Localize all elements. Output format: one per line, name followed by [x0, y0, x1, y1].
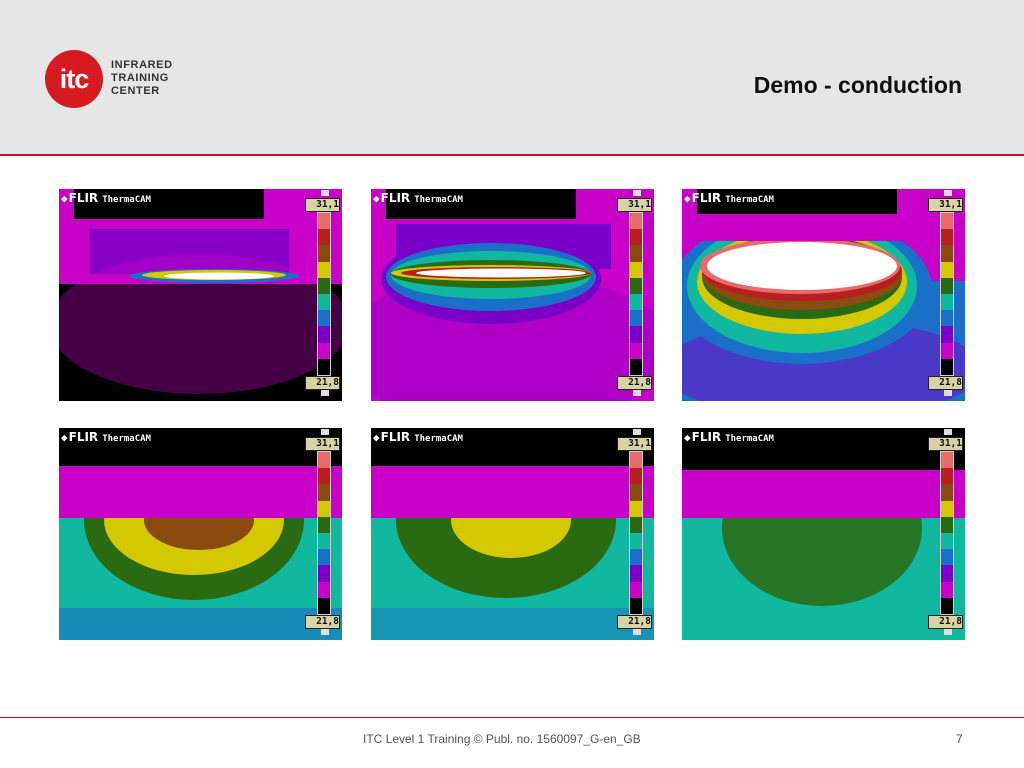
camera-label: ◆FLIR ThermaCAM — [61, 191, 151, 205]
thermal-image — [682, 189, 965, 401]
temp-min-label: 21,8 — [617, 615, 652, 629]
slide-title: Demo - conduction — [753, 72, 962, 98]
temp-max-label: 31,1 — [928, 198, 963, 212]
scale-tab-bottom — [321, 390, 329, 396]
color-scale — [629, 212, 643, 376]
camera-label: ◆FLIR ThermaCAM — [373, 191, 463, 205]
logo-line: CENTER — [111, 85, 160, 97]
temp-min-label: 21,8 — [305, 376, 340, 390]
temp-max-label: 31,1 — [305, 437, 340, 451]
flir-diamond-icon: ◆ — [684, 431, 691, 444]
flir-diamond-icon: ◆ — [373, 192, 380, 205]
logo-line: INFRARED — [111, 59, 173, 71]
page-number: 7 — [956, 732, 963, 746]
scale-tab-bottom — [321, 629, 329, 635]
color-scale — [317, 451, 331, 615]
camera-label: ◆FLIR ThermaCAM — [61, 430, 151, 444]
temp-max-label: 31,1 — [617, 198, 652, 212]
scale-tab-top — [633, 190, 641, 196]
temp-min-label: 21,8 — [617, 376, 652, 390]
footer-divider — [0, 717, 1024, 718]
itc-logo: itc INFRARED TRAINING CENTER — [45, 50, 205, 108]
temp-min-label: 21,8 — [928, 615, 963, 629]
scale-tab-top — [321, 190, 329, 196]
scale-tab-bottom — [633, 629, 641, 635]
flir-diamond-icon: ◆ — [61, 431, 68, 444]
scale-tab-top — [633, 429, 641, 435]
scale-tab-top — [944, 429, 952, 435]
thermogram-6: ◆FLIR ThermaCAM 31,1 21,8 — [682, 428, 965, 640]
slide-header: itc INFRARED TRAINING CENTER Demo - cond… — [0, 0, 1024, 156]
color-scale — [629, 451, 643, 615]
logo-line: TRAINING — [111, 72, 169, 84]
thermal-image — [59, 428, 342, 640]
thermogram-5: ◆FLIR ThermaCAM 31,1 21,8 — [371, 428, 654, 640]
scale-tab-top — [321, 429, 329, 435]
temp-max-label: 31,1 — [617, 437, 652, 451]
temp-min-label: 21,8 — [305, 615, 340, 629]
temp-max-label: 31,1 — [305, 198, 340, 212]
color-scale — [940, 451, 954, 615]
camera-label: ◆FLIR ThermaCAM — [373, 430, 463, 444]
thermal-image — [371, 428, 654, 640]
thermogram-2: ◆FLIR ThermaCAM 31,1 21,8 — [371, 189, 654, 401]
color-scale — [940, 212, 954, 376]
scale-tab-bottom — [944, 629, 952, 635]
thermal-image — [59, 189, 342, 401]
temp-min-label: 21,8 — [928, 376, 963, 390]
temp-max-label: 31,1 — [928, 437, 963, 451]
thermogram-1: ◆FLIR ThermaCAM 31,1 21,8 — [59, 189, 342, 401]
flir-diamond-icon: ◆ — [684, 192, 691, 205]
scale-tab-bottom — [944, 390, 952, 396]
flir-diamond-icon: ◆ — [61, 192, 68, 205]
scale-tab-top — [944, 190, 952, 196]
footer-text: ITC Level 1 Training © Publ. no. 1560097… — [363, 732, 641, 746]
color-scale — [317, 212, 331, 376]
flir-diamond-icon: ◆ — [373, 431, 380, 444]
scale-tab-bottom — [633, 390, 641, 396]
camera-label: ◆FLIR ThermaCAM — [684, 191, 774, 205]
camera-label: ◆FLIR ThermaCAM — [684, 430, 774, 444]
thermal-image — [371, 189, 654, 401]
thermal-image — [682, 428, 965, 640]
thermogram-4: ◆FLIR ThermaCAM 31,1 21,8 — [59, 428, 342, 640]
thermogram-3: ◆FLIR ThermaCAM 31,1 21,8 — [682, 189, 965, 401]
logo-wordmark: INFRARED TRAINING CENTER — [111, 59, 173, 98]
logo-mark: itc — [45, 50, 103, 108]
